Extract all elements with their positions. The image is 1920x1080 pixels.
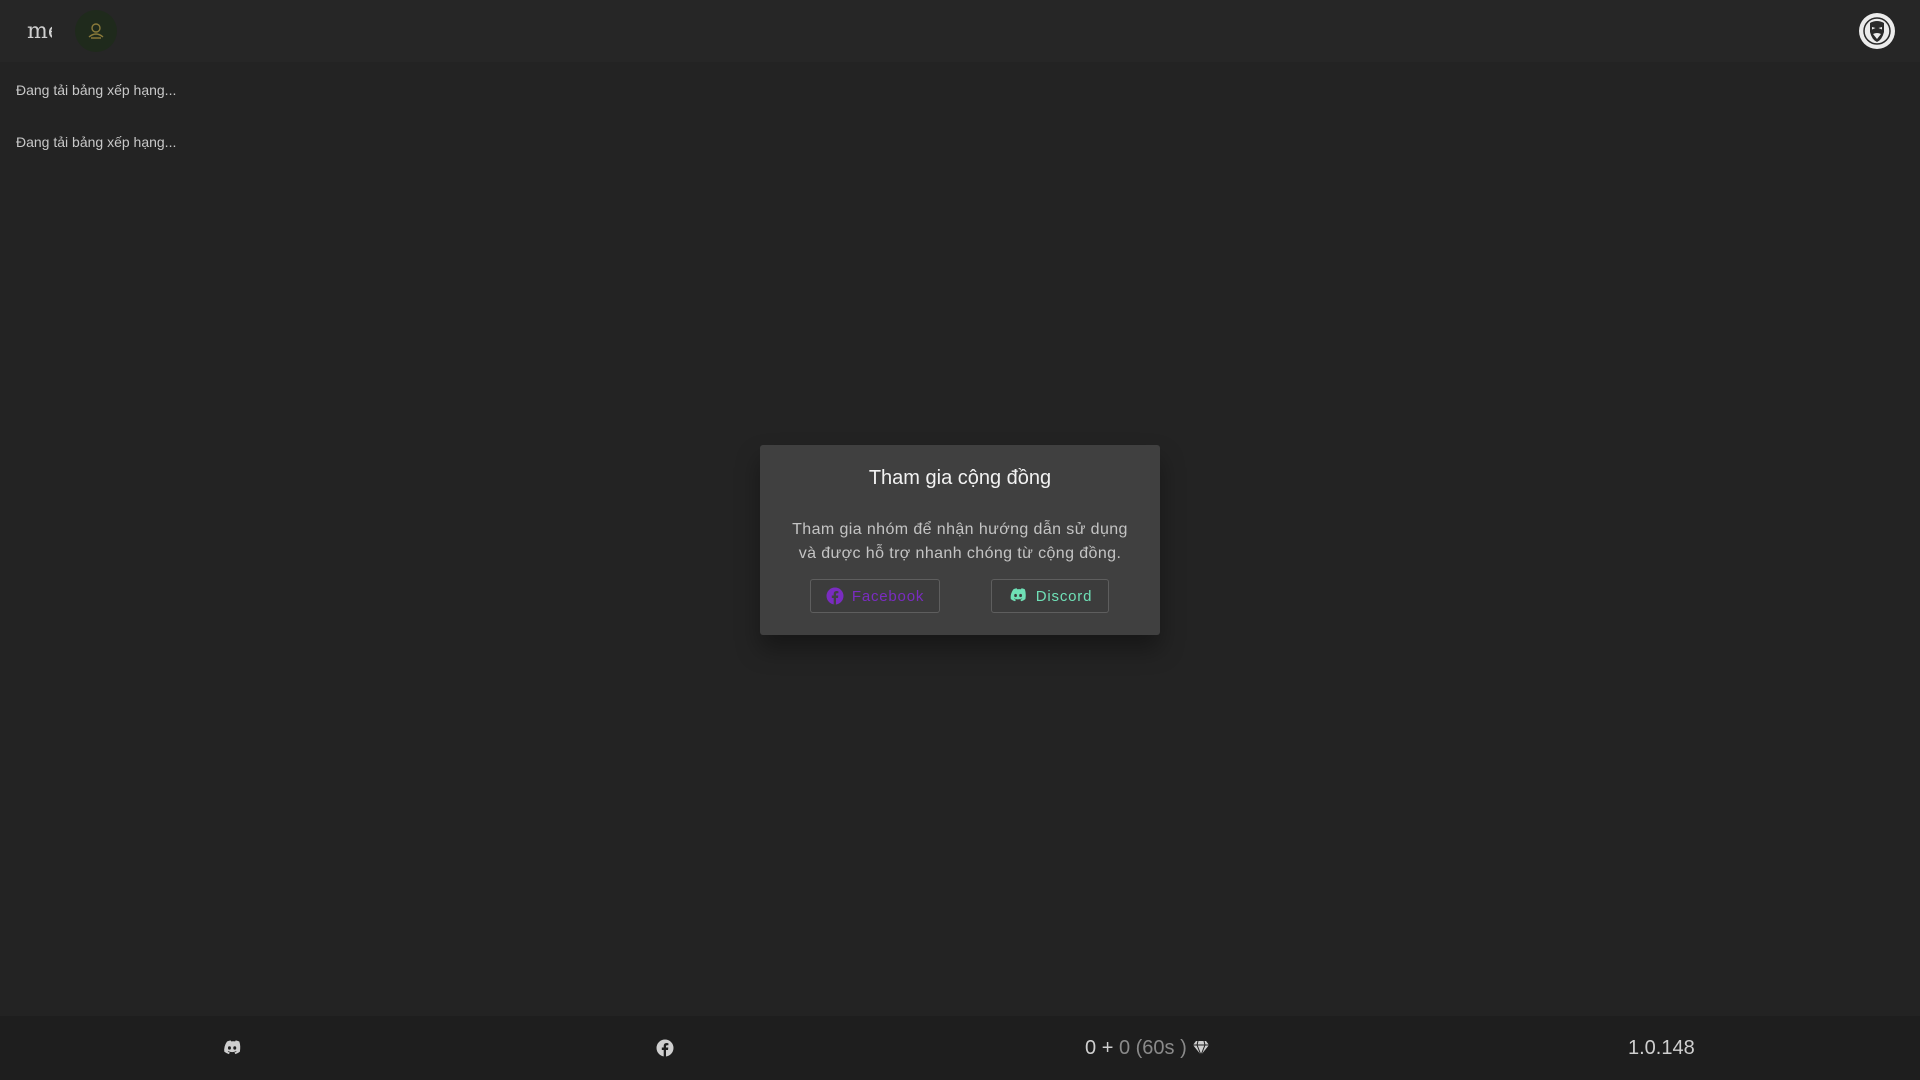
discord-icon[interactable] — [221, 1038, 243, 1058]
refresh-timer: (60s ) — [1135, 1037, 1187, 1059]
dialog-message: Tham gia nhóm để nhận hướng dẫn sử dụng … — [780, 518, 1140, 566]
join-community-dialog: Tham gia cộng đồng Tham gia nhóm để nhận… — [760, 445, 1160, 635]
community-emblem-icon[interactable] — [75, 10, 117, 52]
anonymous-mask-icon[interactable] — [1859, 13, 1895, 49]
app-version: 1.0.148 — [1628, 1037, 1695, 1059]
discord-button-label: Discord — [1035, 587, 1093, 605]
facebook-icon — [826, 587, 844, 605]
discord-join-button[interactable]: Discord — [991, 579, 1109, 613]
gem-icon — [1193, 1040, 1210, 1056]
credits-value: 0 — [1085, 1037, 1097, 1059]
facebook-icon[interactable] — [654, 1038, 676, 1058]
top-bar: menu — [0, 0, 1920, 62]
footer-bar: 0 + 0 (60s ) 1.0.148 — [0, 1016, 1920, 1080]
dialog-title: Tham gia cộng đồng — [868, 467, 1052, 489]
bonus-value: 0 — [1118, 1037, 1131, 1059]
leaderboard-loading-text: Đang tải bảng xếp hạng... — [16, 134, 177, 150]
facebook-join-button[interactable]: Facebook — [810, 579, 940, 613]
facebook-button-label: Facebook — [851, 587, 925, 605]
dialog-message-line: Tham gia nhóm để nhận hướng dẫn sử dụng — [792, 521, 1128, 538]
dialog-message-line: và được hỗ trợ nhanh chóng từ cộng đồng. — [798, 545, 1122, 562]
menu-button[interactable]: menu — [27, 18, 52, 46]
credits-plus: + — [1101, 1037, 1114, 1059]
discord-icon — [1010, 588, 1026, 602]
credits-counter: 0 + 0 (60s ) — [1085, 1036, 1210, 1060]
leaderboard-loading-text: Đang tải bảng xếp hạng... — [16, 82, 177, 98]
